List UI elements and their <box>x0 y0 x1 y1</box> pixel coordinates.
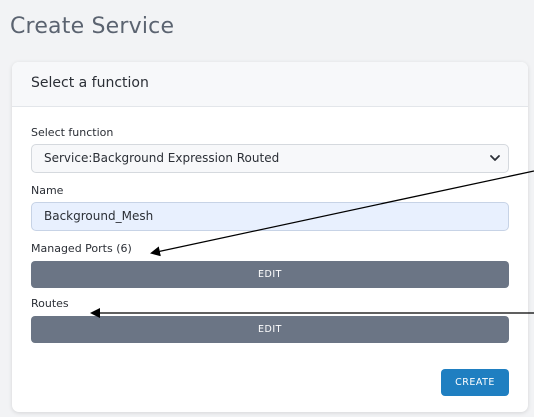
managed-ports-label: Managed Ports (6) <box>31 242 132 255</box>
routes-edit-button[interactable]: EDIT <box>31 316 509 343</box>
card-header-title: Select a function <box>31 75 149 91</box>
page-title: Create Service <box>10 14 175 39</box>
select-function-card: Select a function Select function Servic… <box>12 62 528 412</box>
select-function-label: Select function <box>31 126 114 139</box>
function-select-value: Service:Background Expression Routed <box>44 151 280 165</box>
create-button[interactable]: CREATE <box>441 369 509 396</box>
page: Create Service Select a function Select … <box>0 0 534 417</box>
chevron-down-icon <box>490 155 500 161</box>
card-header: Select a function <box>12 62 528 107</box>
name-input-value: Background_Mesh <box>44 209 154 223</box>
name-input[interactable]: Background_Mesh <box>31 202 509 231</box>
routes-label: Routes <box>31 297 69 310</box>
function-select[interactable]: Service:Background Expression Routed <box>31 144 509 173</box>
name-label: Name <box>31 184 64 197</box>
managed-ports-edit-button[interactable]: EDIT <box>31 261 509 288</box>
